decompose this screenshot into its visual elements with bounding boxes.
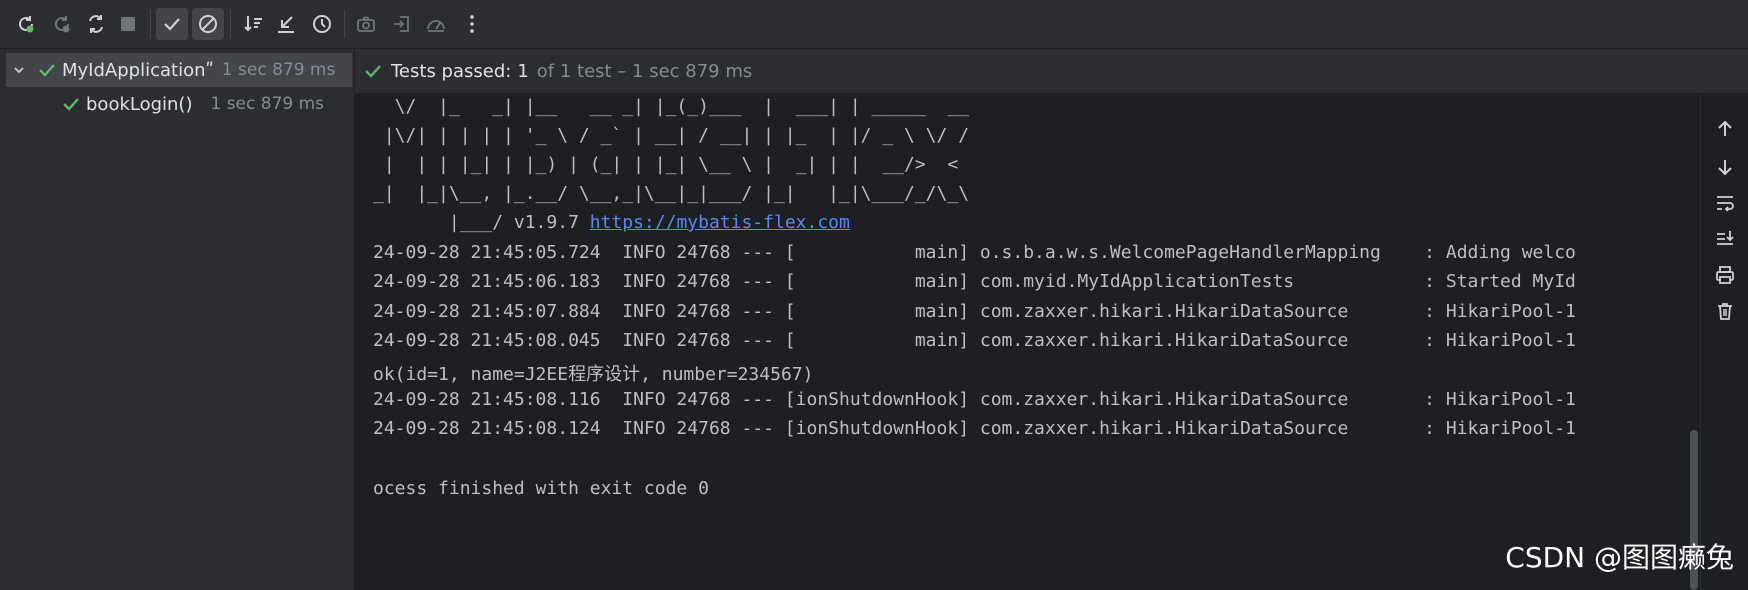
rerun-icon (19, 16, 34, 33)
toggle-autotest-button[interactable] (80, 8, 112, 40)
import-icon (394, 16, 409, 32)
scroll-to-end-icon (1717, 231, 1734, 245)
console-side-toolbar (1700, 94, 1748, 590)
more-vertical-icon (470, 15, 474, 33)
history-button[interactable] (306, 8, 338, 40)
print-icon (1716, 266, 1734, 284)
ignored-icon (199, 15, 217, 33)
scroll-down-button[interactable] (1712, 154, 1738, 180)
sort-button[interactable] (238, 8, 270, 40)
camera-icon (357, 16, 375, 32)
show-ignored-toggle[interactable] (192, 8, 224, 40)
scroll-to-end-button[interactable] (1712, 226, 1738, 252)
passed-check-icon (56, 94, 86, 114)
test-tree-panel: MyIdApplicationʺ 1 sec 879 ms bookLogin(… (0, 49, 355, 590)
watermark: CSDN @图图癞兔 (1505, 541, 1734, 574)
rerun-failed-button[interactable] (46, 8, 78, 40)
banner-line: _| |_|\__, |_.__/ \__,_|\__|_|___/ |_| |… (373, 183, 970, 204)
console-output[interactable]: \/ |_ _| |__ __ _| |_(_)___ | ___| | ___… (355, 94, 1700, 590)
log-line: 24-09-28 21:45:08.116 INFO 24768 --- [io… (373, 389, 1576, 410)
coverage-button[interactable] (420, 8, 452, 40)
toolbar-separator (230, 10, 231, 38)
log-line: 24-09-28 21:45:08.045 INFO 24768 --- [ m… (373, 330, 1576, 351)
test-duration: 1 sec 879 ms (221, 60, 336, 80)
tests-passed-count: 1 (517, 60, 529, 82)
rerun-failed-icon (55, 16, 70, 33)
soft-wrap-button[interactable] (1712, 190, 1738, 216)
test-tree-item-booklogin[interactable]: bookLogin() 1 sec 879 ms (56, 87, 354, 121)
passed-check-icon (363, 61, 383, 81)
test-tree-root[interactable]: MyIdApplicationʺ 1 sec 879 ms (6, 53, 352, 87)
test-class-name: MyIdApplicationʺ (62, 59, 214, 81)
banner-version-line: |___/ v1.9.7 https://mybatis-flex.com (373, 212, 850, 233)
chevron-down-icon[interactable] (6, 63, 32, 77)
scroll-up-button[interactable] (1712, 116, 1738, 142)
toolbar-separator (344, 10, 345, 38)
tests-summary: of 1 test – 1 sec 879 ms (536, 60, 753, 82)
up-arrow-icon (1718, 120, 1732, 136)
stop-button[interactable] (112, 8, 144, 40)
banner-line: \/ |_ _| |__ __ _| |_(_)___ | ___| | ___… (373, 96, 970, 117)
rerun-button[interactable] (10, 8, 42, 40)
collapse-icon (278, 16, 294, 33)
toolbar-separator (150, 10, 151, 38)
toggle-autotest-icon (89, 15, 103, 33)
show-passed-toggle[interactable] (156, 8, 188, 40)
banner-line: |\/| | | | | '_ \ / _` | __| / __| | |_ … (373, 125, 970, 146)
test-toolbar (0, 0, 1748, 49)
tests-passed-label: Tests passed: (391, 60, 512, 82)
clear-console-button[interactable] (1712, 298, 1738, 324)
history-icon (313, 15, 331, 33)
exit-code-line: ocess finished with exit code 0 (373, 478, 709, 499)
print-button[interactable] (1712, 262, 1738, 288)
log-line: 24-09-28 21:45:07.884 INFO 24768 --- [ m… (373, 301, 1576, 322)
test-method-name: bookLogin() (86, 93, 193, 115)
more-options-button[interactable] (456, 8, 488, 40)
checkmark-icon (164, 18, 180, 31)
down-arrow-icon (1718, 160, 1732, 176)
collapse-button[interactable] (270, 8, 302, 40)
mybatis-flex-link[interactable]: https://mybatis-flex.com (590, 212, 850, 233)
log-line: 24-09-28 21:45:06.183 INFO 24768 --- [ m… (373, 271, 1576, 292)
soft-wrap-icon (1717, 196, 1734, 212)
banner-line: | | | |_| | |_) | (_| | |_| \__ \ | _| |… (373, 154, 959, 175)
version-text: |___/ v1.9.7 (373, 212, 590, 233)
trash-icon (1718, 303, 1732, 320)
test-duration: 1 sec 879 ms (210, 94, 325, 114)
sort-icon (244, 16, 262, 32)
log-line: 24-09-28 21:45:05.724 INFO 24768 --- [ m… (373, 242, 1576, 263)
import-button[interactable] (386, 8, 418, 40)
stdout-line: ok(id=1, name=J2EE程序设计, number=234567) (373, 364, 814, 385)
stop-icon (121, 17, 135, 31)
log-line: 24-09-28 21:45:08.124 INFO 24768 --- [io… (373, 418, 1576, 439)
test-status-bar: Tests passed: 1 of 1 test – 1 sec 879 ms (355, 49, 1748, 93)
passed-check-icon (32, 60, 62, 80)
coverage-icon (427, 20, 445, 32)
snapshot-button[interactable] (350, 8, 382, 40)
